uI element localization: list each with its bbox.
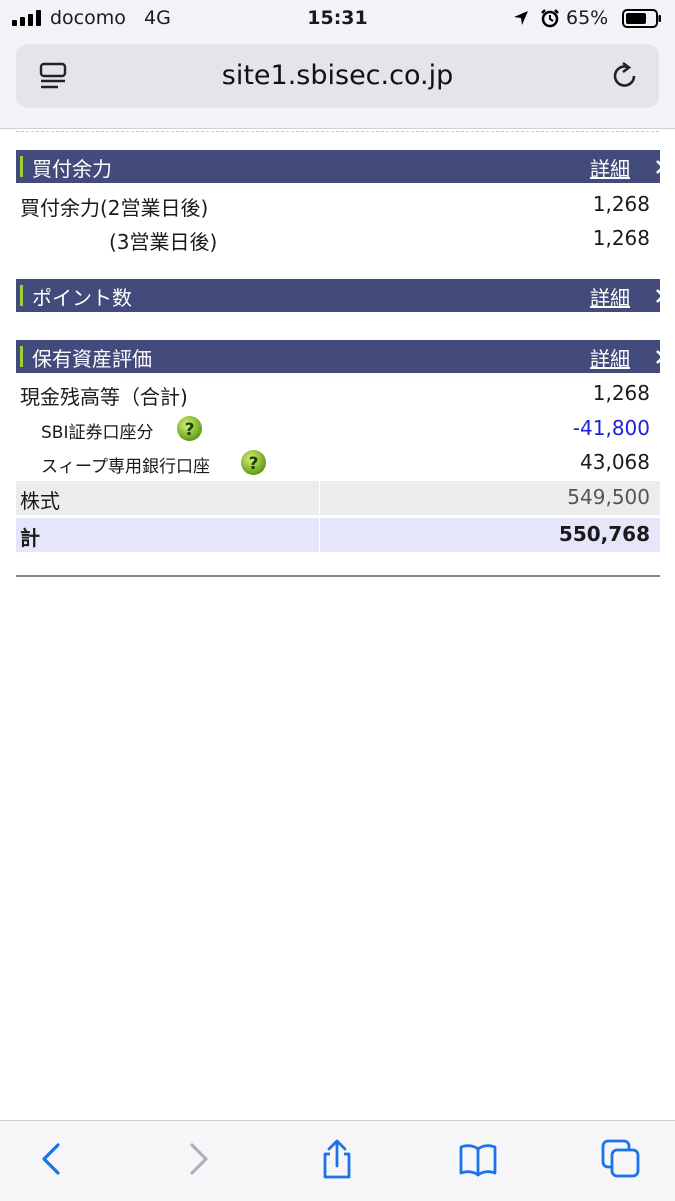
chevron-right-icon[interactable] (653, 349, 667, 365)
row-label: 計 (20, 526, 40, 550)
row-label: (3営業日後) (109, 230, 218, 254)
section-accent-bar (20, 156, 23, 177)
location-icon (514, 11, 528, 25)
detail-link-points[interactable]: 詳細 (590, 282, 630, 311)
svg-text:?: ? (249, 454, 259, 474)
content-bottom-rule (16, 575, 660, 577)
battery-icon (622, 9, 661, 28)
tabs-icon[interactable] (601, 1139, 641, 1179)
column-separator (319, 518, 320, 552)
buying-power-3day-row: (3営業日後) 1,268 (16, 222, 660, 256)
cash-total-row: 現金残高等（合計) 1,268 (16, 377, 660, 411)
detail-link-holdings[interactable]: 詳細 (590, 343, 630, 372)
row-label: SBI証券口座分 (41, 423, 154, 443)
column-separator (319, 481, 320, 515)
row-label: 株式 (20, 489, 60, 513)
row-value: 1,268 (592, 381, 650, 405)
buying-power-2day-row: 買付余力(2営業日後) 1,268 (16, 188, 660, 222)
row-value: 1,268 (592, 192, 650, 216)
help-icon[interactable]: ? (176, 415, 203, 442)
total-row: 計 550,768 (16, 518, 660, 552)
stocks-row: 株式 549,500 (16, 481, 660, 515)
section-title: 保有資産評価 (32, 347, 152, 371)
chevron-right-icon[interactable] (653, 288, 667, 304)
address-bar[interactable]: site1.sbisec.co.jp (16, 44, 659, 108)
reload-icon[interactable] (609, 60, 641, 92)
top-divider (16, 131, 659, 132)
detail-link-buying-power[interactable]: 詳細 (590, 153, 630, 182)
battery-percent: 65% (566, 7, 609, 29)
share-icon[interactable] (317, 1139, 357, 1179)
section-accent-bar (20, 346, 23, 367)
row-value: 549,500 (567, 485, 650, 509)
browser-toolbar (0, 1120, 675, 1201)
forward-icon[interactable] (178, 1139, 218, 1179)
help-icon[interactable]: ? (240, 449, 267, 476)
status-bar: docomo 4G 15:31 65% (0, 0, 675, 38)
alarm-icon (541, 9, 559, 28)
section-header-holdings: 保有資産評価 詳細 (16, 340, 665, 373)
row-value: 1,268 (592, 226, 650, 250)
sbi-account-row: SBI証券口座分 ? -41,800 (16, 412, 660, 446)
section-header-points: ポイント数 詳細 (16, 279, 665, 312)
row-label: 現金残高等（合計) (20, 385, 188, 409)
section-header-buying-power: 買付余力 詳細 (16, 150, 665, 183)
row-label: スィープ専用銀行口座 (41, 457, 210, 477)
back-icon[interactable] (32, 1139, 72, 1179)
row-value: 43,068 (580, 450, 650, 474)
bookmarks-icon[interactable] (458, 1139, 498, 1179)
chevron-right-icon[interactable] (653, 159, 667, 175)
browser-address-area: site1.sbisec.co.jp (0, 38, 675, 129)
url-text[interactable]: site1.sbisec.co.jp (16, 60, 659, 91)
section-accent-bar (20, 285, 23, 306)
svg-text:?: ? (185, 420, 195, 440)
section-title: ポイント数 (32, 286, 132, 310)
row-label: 買付余力(2営業日後) (20, 196, 209, 220)
sweep-bank-row: スィープ専用銀行口座 ? 43,068 (16, 446, 660, 480)
row-value-negative: -41,800 (572, 416, 650, 440)
section-title: 買付余力 (32, 157, 112, 181)
row-value: 550,768 (558, 522, 650, 546)
